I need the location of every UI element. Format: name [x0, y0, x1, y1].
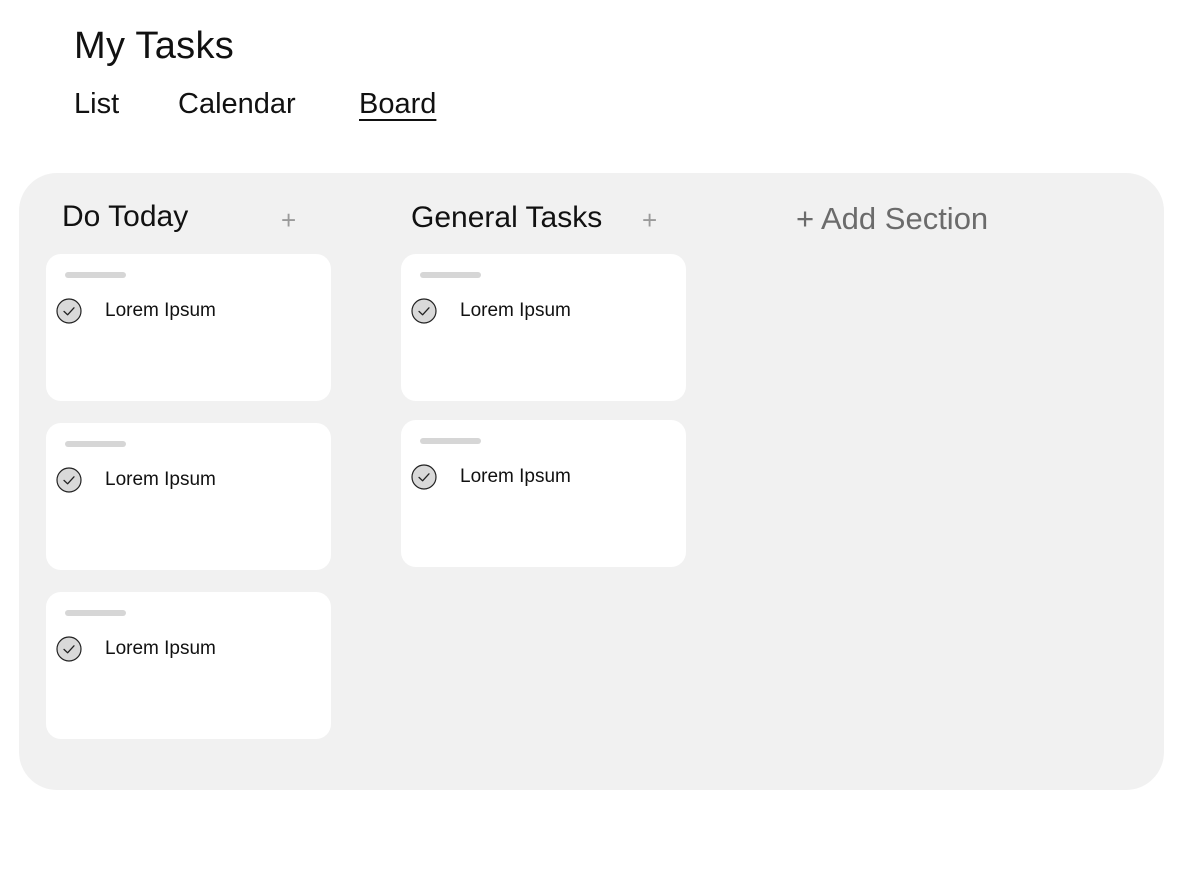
task-card[interactable]: Lorem Ipsum: [401, 254, 686, 401]
task-label: Lorem Ipsum: [460, 300, 571, 321]
task-label: Lorem Ipsum: [105, 469, 216, 490]
card-tag-bar: [65, 272, 126, 278]
board: Do Today + Lorem Ipsum Lorem Ipsum Lorem…: [19, 173, 1164, 790]
check-circle-icon[interactable]: [56, 636, 82, 662]
task-label: Lorem Ipsum: [105, 300, 216, 321]
task-label: Lorem Ipsum: [460, 466, 571, 487]
add-section-button[interactable]: + Add Section: [796, 201, 988, 237]
card-tag-bar: [65, 441, 126, 447]
page-title: My Tasks: [74, 25, 235, 67]
task-card[interactable]: Lorem Ipsum: [46, 254, 331, 401]
tab-list[interactable]: List: [74, 86, 119, 122]
check-circle-icon[interactable]: [56, 467, 82, 493]
task-label: Lorem Ipsum: [105, 638, 216, 659]
add-task-button[interactable]: +: [642, 207, 657, 233]
check-circle-icon[interactable]: [56, 298, 82, 324]
card-tag-bar: [420, 272, 481, 278]
tab-calendar[interactable]: Calendar: [178, 86, 296, 122]
check-circle-icon[interactable]: [411, 298, 437, 324]
section-title: General Tasks: [411, 201, 603, 234]
task-card[interactable]: Lorem Ipsum: [46, 592, 331, 739]
card-tag-bar: [420, 438, 481, 444]
task-card[interactable]: Lorem Ipsum: [46, 423, 331, 570]
section-title: Do Today: [62, 200, 189, 233]
card-tag-bar: [65, 610, 126, 616]
add-task-button[interactable]: +: [281, 207, 296, 233]
check-circle-icon[interactable]: [411, 464, 437, 490]
task-card[interactable]: Lorem Ipsum: [401, 420, 686, 567]
tab-board[interactable]: Board: [359, 86, 436, 122]
